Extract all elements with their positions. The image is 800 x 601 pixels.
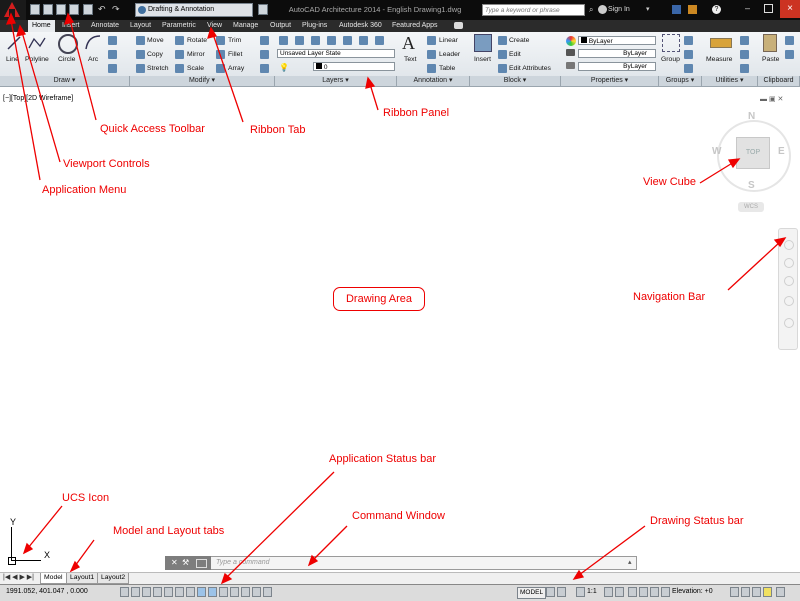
label-command-window: Command Window	[352, 510, 445, 522]
label-view-cube: View Cube	[643, 176, 696, 188]
label-ribbon-tab: Ribbon Tab	[250, 124, 306, 136]
label-drawing-area: Drawing Area	[333, 287, 425, 311]
label-model-layout-tabs: Model and Layout tabs	[113, 525, 225, 537]
label-ucs-icon: UCS Icon	[62, 492, 110, 504]
label-viewport-controls: Viewport Controls	[63, 158, 150, 170]
label-navigation-bar: Navigation Bar	[633, 291, 706, 303]
label-ribbon-panel: Ribbon Panel	[383, 107, 450, 119]
label-application-status-bar: Application Status bar	[329, 453, 437, 465]
label-drawing-status-bar: Drawing Status bar	[650, 515, 744, 527]
label-quick-access-toolbar: Quick Access Toolbar	[100, 123, 205, 135]
label-application-menu: Application Menu	[42, 184, 127, 196]
